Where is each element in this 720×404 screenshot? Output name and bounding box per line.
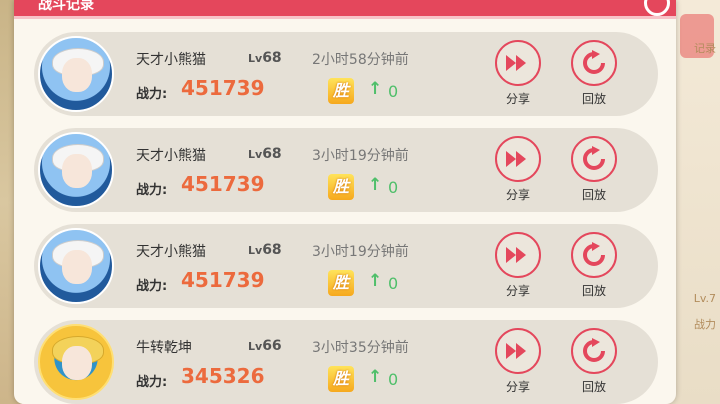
win-badge: 胜	[328, 366, 354, 392]
power-label: 战力:	[136, 87, 168, 102]
power-value: 345326	[181, 364, 265, 388]
replay-button[interactable]: 回放	[568, 328, 620, 400]
panel-title: 战斗记录	[38, 0, 94, 13]
level-prefix: Lv	[248, 340, 263, 353]
avatar-face	[62, 58, 92, 92]
replay-button[interactable]: 回放	[568, 232, 620, 304]
power-value: 451739	[181, 268, 265, 292]
share-icon	[495, 136, 541, 182]
background-text: 战力	[694, 318, 716, 331]
replay-label: 回放	[581, 188, 606, 202]
win-badge: 胜	[328, 270, 354, 296]
battle-time: 3小时19分钟前	[312, 148, 409, 164]
power-label: 战力:	[136, 279, 168, 294]
up-arrow-icon: ↑	[368, 271, 383, 291]
share-icon	[495, 232, 541, 278]
rank-delta: 0	[388, 178, 399, 197]
power-label: 战力:	[136, 183, 168, 198]
rank-delta: 0	[388, 82, 399, 101]
up-arrow-icon: ↑	[368, 175, 383, 195]
replay-icon	[571, 328, 617, 374]
close-button[interactable]	[644, 0, 670, 16]
player-name: 天才小熊猫	[136, 52, 206, 68]
level-value: 68	[262, 242, 282, 258]
panel-header: 战斗记录	[14, 0, 676, 19]
replay-button[interactable]: 回放	[568, 40, 620, 112]
level-value: 66	[262, 338, 282, 354]
record-card: 天才小熊猫 Lv68 战力: 451739 3小时19分钟前 胜 ↑ 0 分享 …	[34, 128, 658, 212]
power-value: 451739	[181, 76, 265, 100]
share-label: 分享	[505, 92, 530, 106]
win-badge: 胜	[328, 174, 354, 200]
share-button[interactable]: 分享	[492, 232, 544, 304]
avatar-face	[62, 346, 92, 380]
replay-label: 回放	[581, 92, 606, 106]
avatar-face	[62, 154, 92, 188]
power-label: 战力:	[136, 375, 168, 390]
share-label: 分享	[505, 188, 530, 202]
share-label: 分享	[505, 380, 530, 394]
battle-time: 2小时58分钟前	[312, 52, 409, 68]
up-arrow-icon: ↑	[368, 79, 383, 99]
background-text: 记录	[694, 42, 716, 55]
player-name: 天才小熊猫	[136, 148, 206, 164]
up-arrow-icon: ↑	[368, 367, 383, 387]
battle-time: 3小时35分钟前	[312, 340, 409, 356]
replay-label: 回放	[581, 380, 606, 394]
share-button[interactable]: 分享	[492, 328, 544, 400]
replay-icon	[571, 40, 617, 86]
avatar-face	[62, 250, 92, 284]
background-text: Lv.7	[693, 292, 716, 305]
level-prefix: Lv	[248, 244, 263, 257]
level-prefix: Lv	[248, 148, 263, 161]
share-icon	[495, 40, 541, 86]
power-value: 451739	[181, 172, 265, 196]
record-card: 牛转乾坤 Lv66 战力: 345326 3小时35分钟前 胜 ↑ 0 分享 回…	[34, 320, 658, 404]
level-value: 68	[262, 146, 282, 162]
player-level: Lv68	[248, 50, 282, 66]
share-button[interactable]: 分享	[492, 136, 544, 208]
battle-record-panel: 战斗记录 天才小熊猫 Lv68 战力: 451739 2小时58分钟前 胜 ↑ …	[14, 0, 676, 404]
replay-button[interactable]: 回放	[568, 136, 620, 208]
share-icon	[495, 328, 541, 374]
rank-delta: 0	[388, 274, 399, 293]
trainer-avatar[interactable]	[38, 36, 114, 112]
trainer-avatar[interactable]	[38, 132, 114, 208]
player-level: Lv68	[248, 146, 282, 162]
replay-label: 回放	[581, 284, 606, 298]
player-name: 牛转乾坤	[136, 340, 192, 356]
share-label: 分享	[505, 284, 530, 298]
battle-time: 3小时19分钟前	[312, 244, 409, 260]
level-prefix: Lv	[248, 52, 263, 65]
record-card: 天才小熊猫 Lv68 战力: 451739 3小时19分钟前 胜 ↑ 0 分享 …	[34, 224, 658, 308]
player-level: Lv68	[248, 242, 282, 258]
player-name: 天才小熊猫	[136, 244, 206, 260]
level-value: 68	[262, 50, 282, 66]
background-scene-right: 记录 Lv.7 战力	[672, 0, 720, 404]
trainer-avatar[interactable]	[38, 324, 114, 400]
trainer-avatar[interactable]	[38, 228, 114, 304]
replay-icon	[571, 232, 617, 278]
win-badge: 胜	[328, 78, 354, 104]
rank-delta: 0	[388, 370, 399, 389]
share-button[interactable]: 分享	[492, 40, 544, 112]
player-level: Lv66	[248, 338, 282, 354]
replay-icon	[571, 136, 617, 182]
record-card: 天才小熊猫 Lv68 战力: 451739 2小时58分钟前 胜 ↑ 0 分享 …	[34, 32, 658, 116]
